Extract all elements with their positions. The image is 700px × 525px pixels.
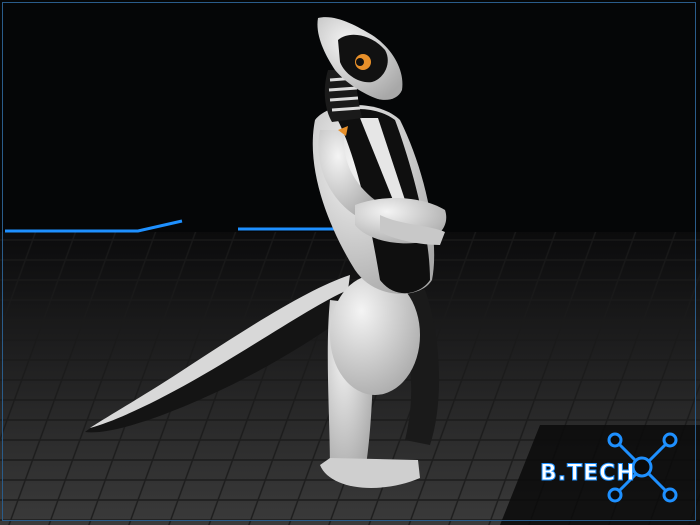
eye-pupil (356, 58, 364, 66)
render-scene: B.TECH (0, 0, 700, 525)
logo-text: B.TECH (540, 461, 636, 486)
image-frame: B.TECH (0, 0, 700, 525)
